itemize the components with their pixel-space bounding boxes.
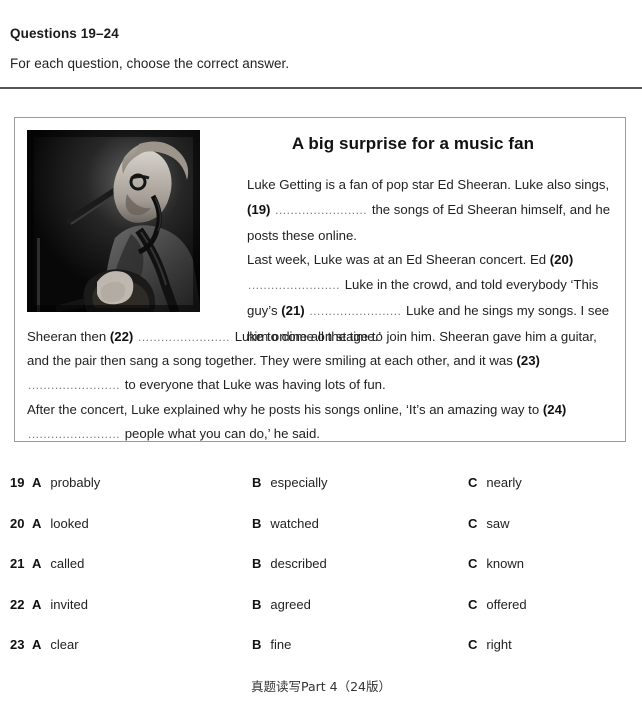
gap-dots-20: ........................ xyxy=(248,278,341,292)
option-letter-a: A xyxy=(32,556,42,571)
passage-paragraph-3: Sheeran then (22) ......................… xyxy=(27,325,617,397)
option-row-21: 21 Acalled Bdescribed Cknown xyxy=(0,551,642,592)
option-letter-c: C xyxy=(468,596,478,612)
option-letter-a: A xyxy=(32,515,42,531)
singer-photo-graphic xyxy=(27,130,200,312)
option-22-a[interactable]: Ainvited xyxy=(32,597,88,612)
gap-dots-24: ........................ xyxy=(28,427,121,441)
passage-headline: A big surprise for a music fan xyxy=(291,134,535,153)
question-number-22: 22 xyxy=(10,596,25,612)
option-text-b: fine xyxy=(270,637,292,652)
option-letter-b: B xyxy=(252,637,262,652)
option-text-a: probably xyxy=(50,475,101,490)
gap-dots-22: ........................ xyxy=(138,330,231,344)
singer-photo xyxy=(27,130,200,312)
option-19-b[interactable]: Bespecially xyxy=(252,475,327,490)
instruction-text: For each question, choose the correct an… xyxy=(10,56,290,71)
page-header: Questions 19–24 For each question, choos… xyxy=(10,26,630,71)
option-row-19: 19 Aprobably Bespecially Cnearly xyxy=(0,470,642,511)
option-19-a[interactable]: Aprobably xyxy=(32,475,100,490)
answer-options-list: 19 Aprobably Bespecially Cnearly 20 Aloo… xyxy=(0,470,642,673)
option-letter-b: B xyxy=(252,596,262,612)
passage-paragraph-1: Luke Getting is a fan of pop star Ed She… xyxy=(247,172,617,248)
reading-passage-box: A big surprise for a music fan Luke Gett… xyxy=(14,117,626,442)
option-letter-b: B xyxy=(252,475,262,490)
option-text-b: agreed xyxy=(270,596,311,612)
option-20-b[interactable]: Bwatched xyxy=(252,516,319,531)
option-letter-a: A xyxy=(32,475,42,490)
option-row-22: 22 Ainvited Bagreed Coffered xyxy=(0,592,642,633)
option-text-a: looked xyxy=(50,515,89,531)
paragraph-4-part-2: people what you can do,’ he said. xyxy=(124,426,320,441)
option-letter-c: C xyxy=(468,475,478,490)
option-22-c[interactable]: Coffered xyxy=(468,597,527,612)
gap-dots-23: ........................ xyxy=(28,378,121,392)
gap-dots-19: ........................ xyxy=(275,203,368,217)
questions-title: Questions 19–24 xyxy=(10,26,119,41)
question-number-20: 20 xyxy=(10,515,25,531)
paragraph-1-part-1: Luke Getting is a fan of pop star Ed She… xyxy=(247,177,610,192)
question-number-21: 21 xyxy=(10,556,25,571)
option-letter-b: B xyxy=(252,515,262,531)
option-text-c: known xyxy=(486,556,524,571)
passage-paragraph-4: After the concert, Luke explained why he… xyxy=(27,398,617,446)
option-text-c: nearly xyxy=(486,475,522,490)
gap-marker-21: (21) xyxy=(281,303,305,318)
paragraph-2-part-1: Last week, Luke was at an Ed Sheeran con… xyxy=(247,252,547,267)
gap-dots-21: ........................ xyxy=(309,304,402,318)
option-row-20: 20 Alooked Bwatched Csaw xyxy=(0,511,642,552)
option-22-b[interactable]: Bagreed xyxy=(252,597,311,612)
gap-marker-23: (23) xyxy=(516,353,540,368)
option-text-b: especially xyxy=(270,475,328,490)
option-letter-c: C xyxy=(468,556,478,571)
option-letter-b: B xyxy=(252,556,262,571)
option-text-c: saw xyxy=(486,515,510,531)
option-letter-a: A xyxy=(32,596,42,612)
gap-marker-22: (22) xyxy=(109,329,134,344)
option-21-c[interactable]: Cknown xyxy=(468,556,524,571)
gap-marker-24: (24) xyxy=(542,402,567,417)
header-divider-rule xyxy=(0,87,642,89)
option-23-b[interactable]: Bfine xyxy=(252,637,291,652)
option-text-c: right xyxy=(486,637,512,652)
option-20-a[interactable]: Alooked xyxy=(32,516,89,531)
option-row-23: 23 Aclear Bfine Cright xyxy=(0,632,642,673)
option-text-a: clear xyxy=(50,637,79,652)
paragraph-3-part-1: Sheeran then xyxy=(27,329,107,344)
option-21-a[interactable]: Acalled xyxy=(32,556,84,571)
option-text-b: watched xyxy=(270,515,319,531)
option-letter-c: C xyxy=(468,637,478,652)
question-number-19: 19 xyxy=(10,475,25,490)
option-21-b[interactable]: Bdescribed xyxy=(252,556,327,571)
gap-marker-19: (19) xyxy=(247,202,271,217)
option-23-c[interactable]: Cright xyxy=(468,637,512,652)
option-letter-a: A xyxy=(32,637,42,652)
gap-marker-20: (20) xyxy=(549,252,574,267)
option-text-c: offered xyxy=(486,596,527,612)
option-text-b: described xyxy=(270,556,327,571)
option-letter-c: C xyxy=(468,515,478,531)
paragraph-4-part-1: After the concert, Luke explained why he… xyxy=(27,402,540,417)
page-footer: 真题读写Part 4（24版） xyxy=(250,679,391,694)
option-19-c[interactable]: Cnearly xyxy=(468,475,522,490)
paragraph-3-part-3: to everyone that Luke was having lots of… xyxy=(124,377,386,392)
question-number-23: 23 xyxy=(10,637,25,652)
option-text-a: called xyxy=(50,556,85,571)
option-20-c[interactable]: Csaw xyxy=(468,516,510,531)
option-23-a[interactable]: Aclear xyxy=(32,637,79,652)
option-text-a: invited xyxy=(50,596,88,612)
